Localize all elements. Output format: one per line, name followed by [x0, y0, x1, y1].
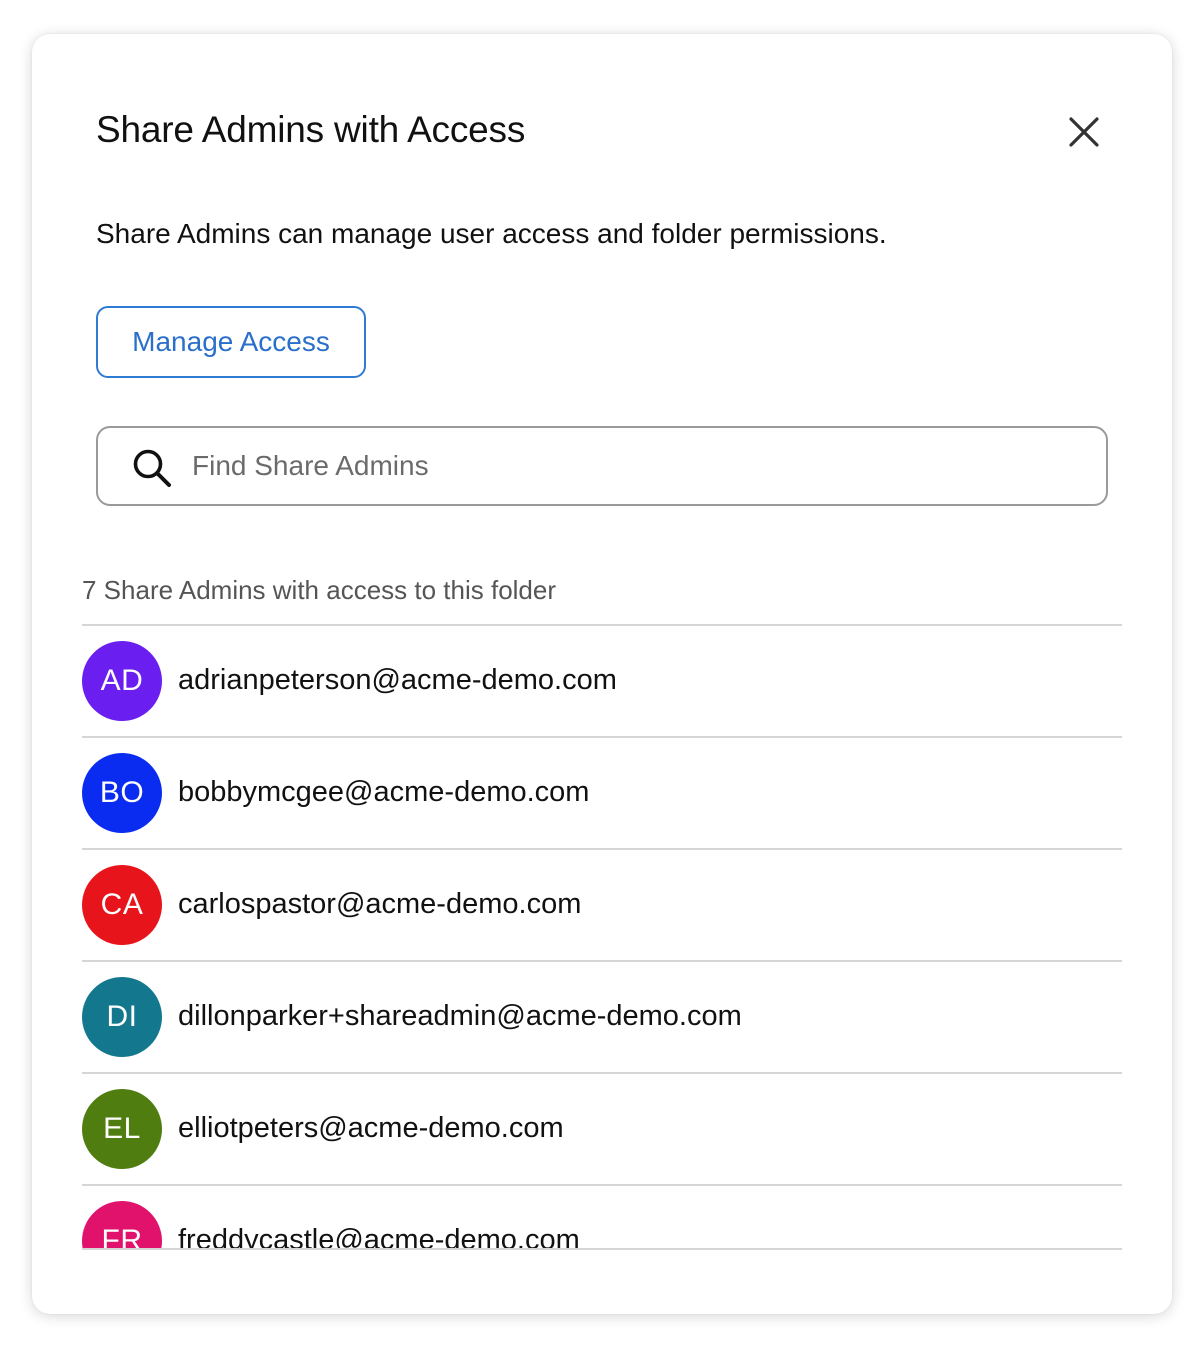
admin-email: carlospastor@acme-demo.com	[178, 888, 582, 920]
admin-email: elliotpeters@acme-demo.com	[178, 1112, 564, 1144]
avatar: AD	[82, 641, 162, 721]
avatar: EL	[82, 1089, 162, 1169]
list-item[interactable]: DI dillonparker+shareadmin@acme-demo.com	[82, 962, 1122, 1074]
share-admins-dialog: Share Admins with Access Share Admins ca…	[32, 34, 1172, 1314]
admin-email: dillonparker+shareadmin@acme-demo.com	[178, 1000, 742, 1032]
dialog-title: Share Admins with Access	[96, 109, 526, 150]
admin-email: bobbymcgee@acme-demo.com	[178, 776, 590, 808]
admin-email: adrianpeterson@acme-demo.com	[178, 664, 617, 696]
list-item[interactable]: AD adrianpeterson@acme-demo.com	[82, 626, 1122, 738]
manage-access-button[interactable]: Manage Access	[96, 306, 366, 378]
share-admins-list[interactable]: AD adrianpeterson@acme-demo.com BO bobbymcg…	[82, 624, 1122, 1250]
avatar: BO	[82, 753, 162, 833]
search-input[interactable]	[192, 438, 1072, 494]
search-icon	[133, 449, 171, 487]
avatar: FR	[82, 1201, 162, 1248]
list-item[interactable]: EL elliotpeters@acme-demo.com	[82, 1074, 1122, 1186]
search-box[interactable]	[96, 426, 1108, 506]
list-item[interactable]: BO bobbymcgee@acme-demo.com	[82, 738, 1122, 850]
admin-email: freddycastle@acme-demo.com	[178, 1224, 580, 1250]
list-item[interactable]: CA carlospastor@acme-demo.com	[82, 850, 1122, 962]
close-icon	[1069, 117, 1099, 147]
dialog-description: Share Admins can manage user access and …	[96, 218, 887, 249]
close-button[interactable]	[1060, 108, 1108, 156]
avatar: DI	[82, 977, 162, 1057]
list-item[interactable]: FR freddycastle@acme-demo.com	[82, 1186, 1122, 1250]
share-admins-count: 7 Share Admins with access to this folde…	[82, 575, 557, 605]
avatar: CA	[82, 865, 162, 945]
